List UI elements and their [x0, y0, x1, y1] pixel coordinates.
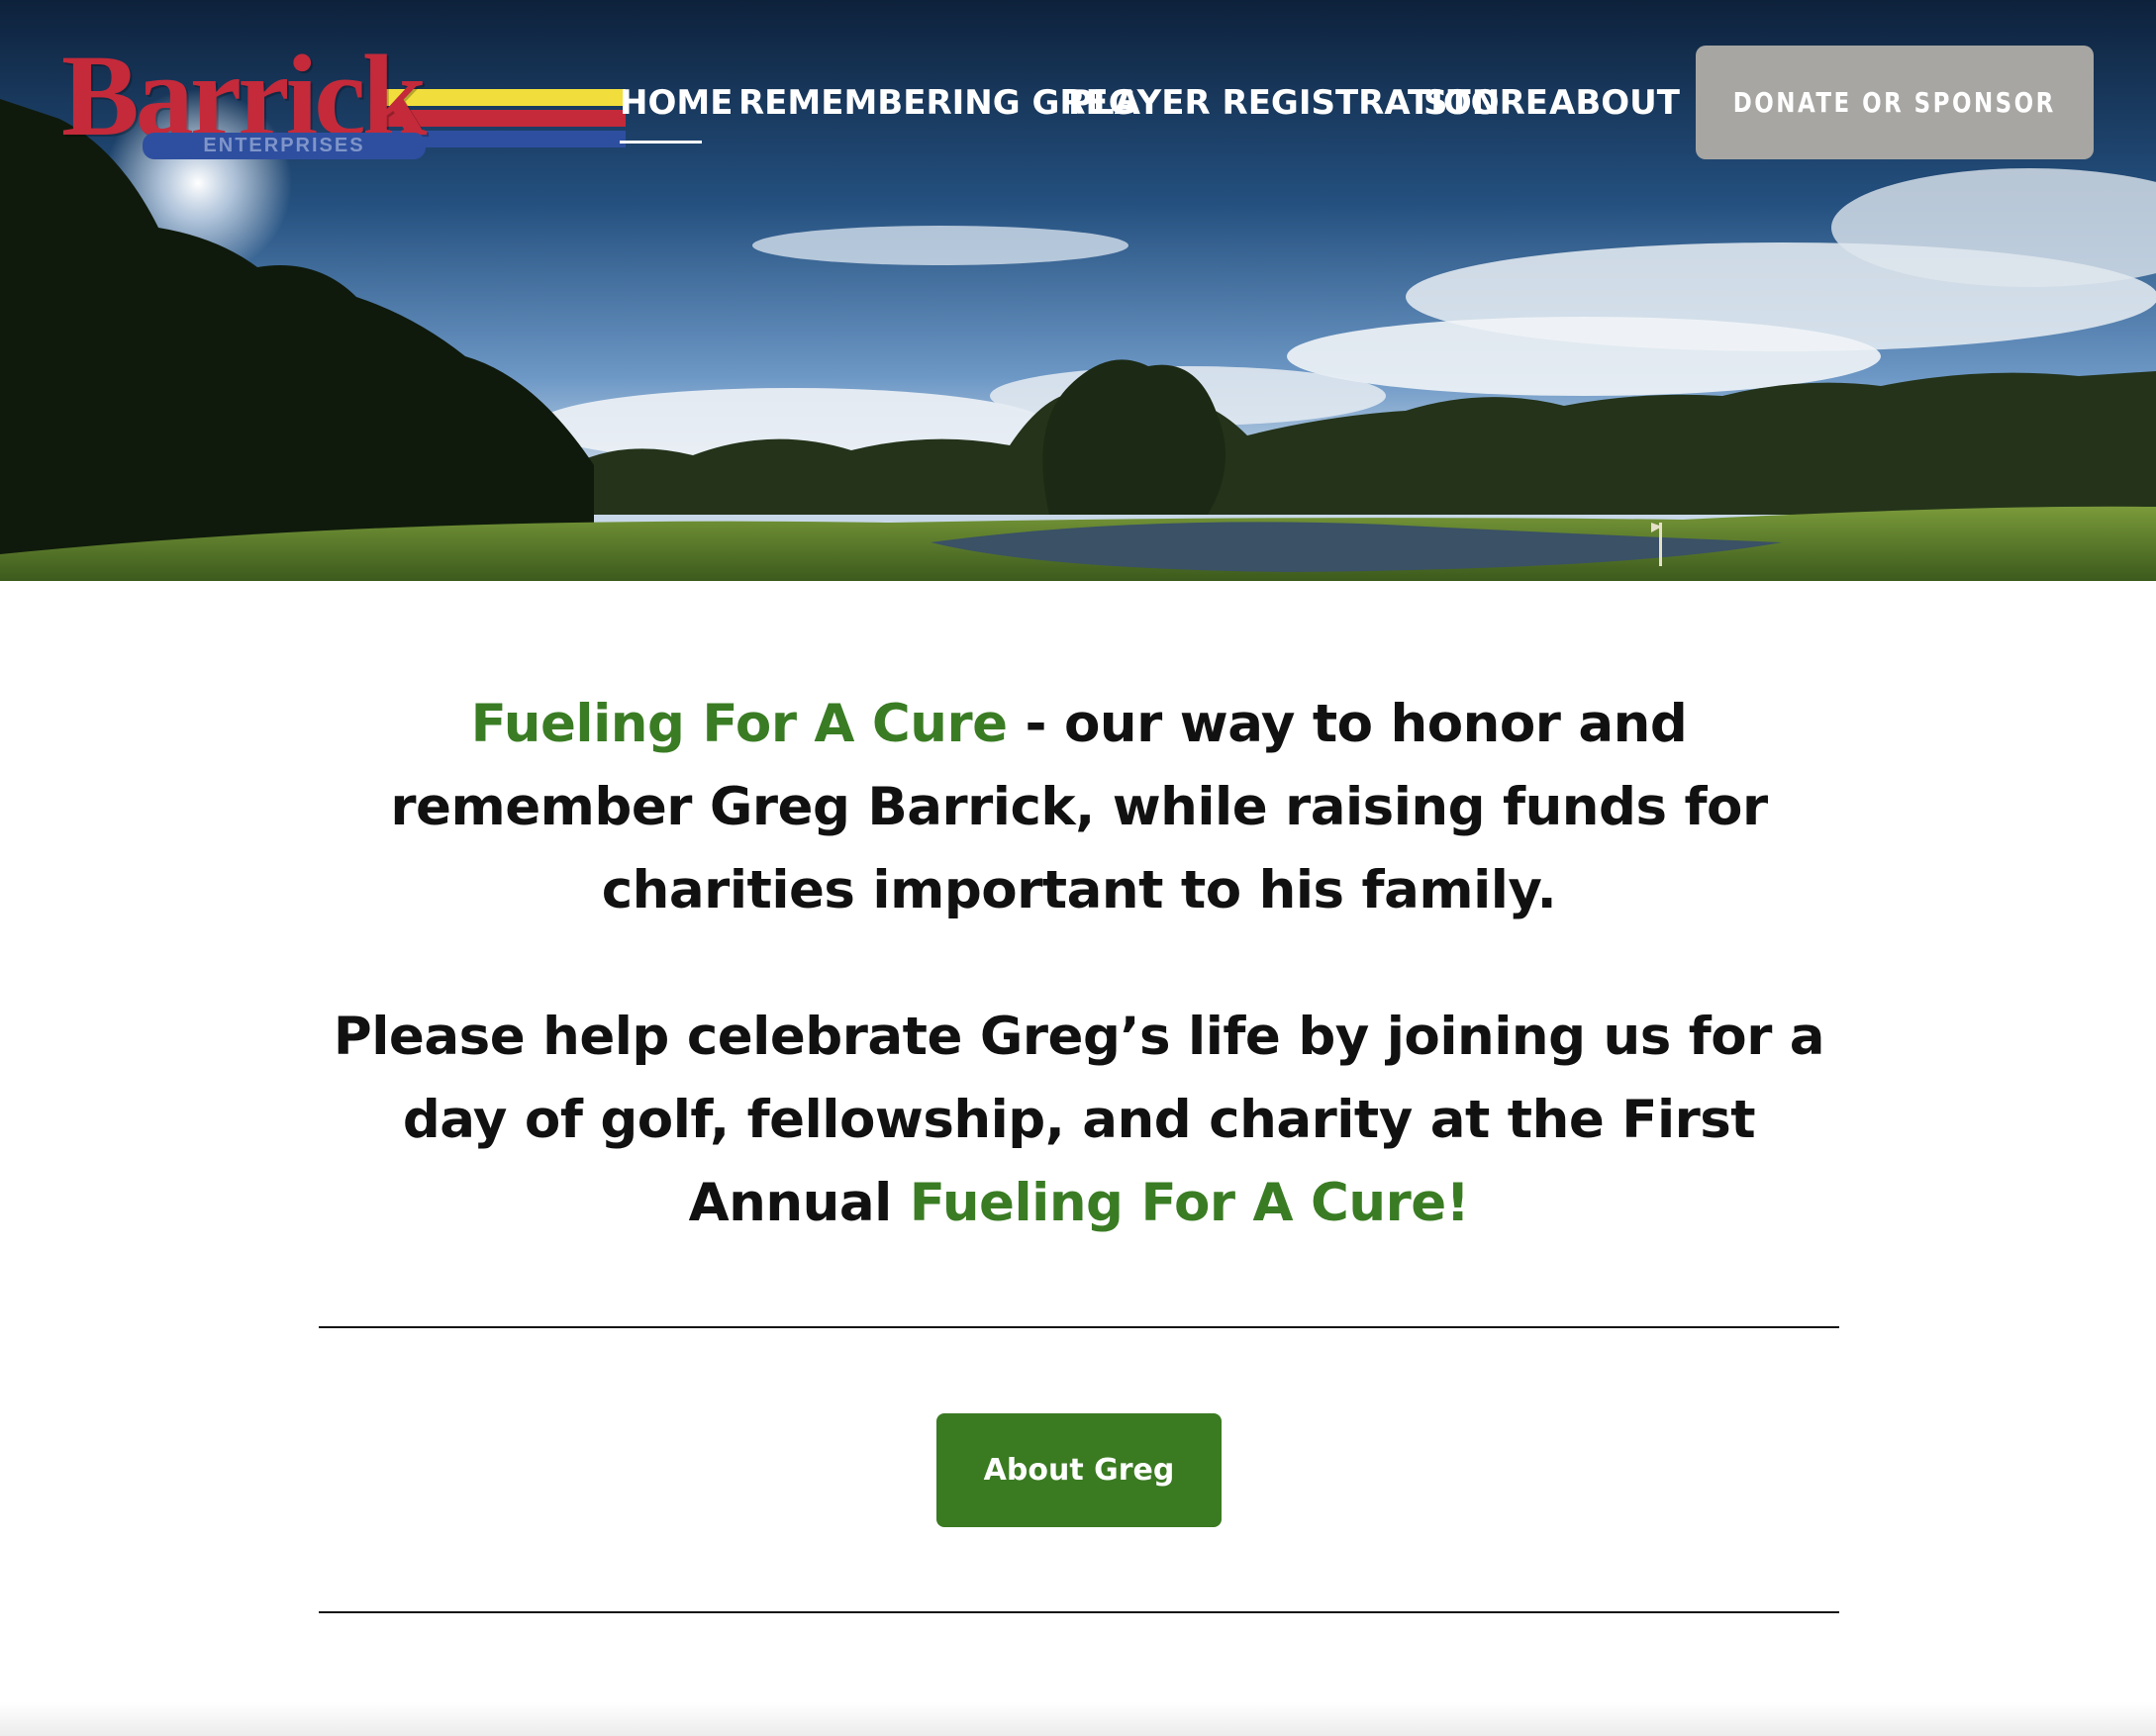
nav-item-remembering-greg[interactable]: REMEMBERING GREG [738, 73, 1136, 133]
intro-paragraph: Fueling For A Cure - our way to honor an… [319, 683, 1839, 932]
logo-subtitle: ENTERPRISES [143, 133, 426, 159]
invite-paragraph: Please help celebrate Greg’s life by joi… [319, 996, 1839, 1245]
top-divider [319, 1326, 1839, 1328]
donate-or-sponsor-button[interactable]: DONATE OR SPONSOR [1696, 46, 2094, 159]
about-greg-label: About Greg [983, 1453, 1175, 1488]
nav-item-home[interactable]: HOME [620, 73, 738, 144]
about-greg-button[interactable]: About Greg [936, 1413, 1222, 1527]
nav-item-store[interactable]: STORE [1423, 73, 1549, 133]
hero-banner: Barrick ENTERPRISES HOME REMEMBERING GRE… [0, 0, 2156, 581]
barrick-enterprises-logo[interactable]: Barrick ENTERPRISES [61, 38, 626, 162]
main-navigation: HOME REMEMBERING GREG PLAYER REGISTRATIO… [620, 73, 1680, 144]
invite-highlight: Fueling For A Cure! [909, 1173, 1470, 1233]
nav-item-player-registration[interactable]: PLAYER REGISTRATION [1068, 73, 1500, 133]
intro-highlight: Fueling For A Cure [470, 694, 1008, 754]
nav-item-about[interactable]: ABOUT [1549, 73, 1680, 133]
footer-shadow [0, 1702, 2156, 1736]
active-nav-underline [620, 141, 702, 144]
donate-button-label: DONATE OR SPONSOR [1733, 86, 2056, 119]
bottom-divider [319, 1611, 1839, 1613]
main-content: Fueling For A Cure - our way to honor an… [319, 683, 1839, 1245]
